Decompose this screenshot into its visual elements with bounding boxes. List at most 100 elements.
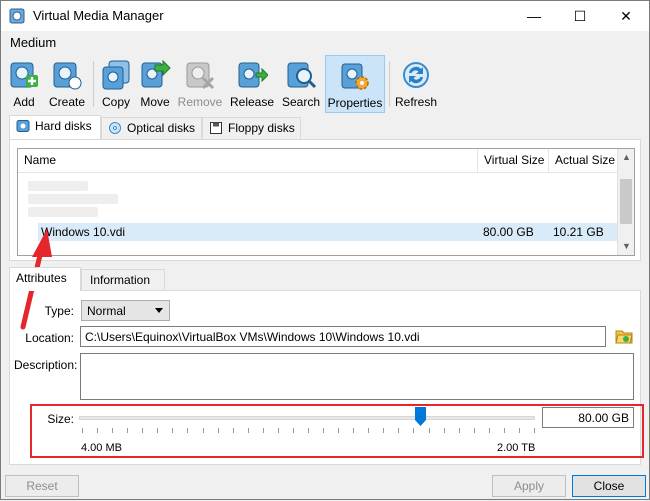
- reset-button[interactable]: Reset: [5, 475, 79, 497]
- refresh-icon: [403, 62, 429, 88]
- tab-floppy-disks-label: Floppy disks: [228, 121, 295, 135]
- table-vertical-scrollbar[interactable]: ▲ ▼: [617, 149, 634, 255]
- create-button[interactable]: Create: [45, 55, 89, 113]
- release-disk-icon: [238, 62, 268, 88]
- location-field[interactable]: C:\Users\Equinox\VirtualBox VMs\Windows …: [80, 326, 606, 347]
- slider-tick: [338, 428, 339, 433]
- slider-tick: [293, 428, 294, 433]
- hard-disk-icon: [16, 120, 30, 132]
- slider-tick: [157, 428, 158, 433]
- tab-optical-disks[interactable]: Optical disks: [101, 117, 202, 139]
- slider-tick: [534, 428, 535, 433]
- size-max-label: 2.00 TB: [497, 442, 536, 454]
- slider-tick: [112, 428, 113, 433]
- slider-tick: [263, 428, 264, 433]
- remove-button[interactable]: Remove: [177, 55, 223, 113]
- remove-label: Remove: [177, 95, 223, 109]
- slider-tick: [308, 428, 309, 433]
- column-virtual-size[interactable]: Virtual Size: [478, 149, 549, 173]
- toolbar-separator: [93, 61, 94, 107]
- size-value: 80.00 GB: [578, 411, 629, 425]
- slider-tick: [142, 428, 143, 433]
- type-label: Type:: [44, 304, 74, 318]
- maximize-button[interactable]: ☐: [557, 1, 603, 31]
- add-button[interactable]: Add: [5, 55, 43, 113]
- tab-hard-disks-label: Hard disks: [35, 119, 92, 133]
- description-field[interactable]: [80, 353, 634, 400]
- open-folder-icon[interactable]: [615, 327, 633, 345]
- slider-tick: [429, 428, 430, 433]
- floppy-disk-icon: [210, 122, 222, 134]
- slider-tick: [82, 428, 83, 433]
- column-name[interactable]: Name: [18, 149, 478, 173]
- location-value: C:\Users\Equinox\VirtualBox VMs\Windows …: [85, 330, 420, 344]
- scroll-up-icon[interactable]: ▲: [618, 149, 634, 166]
- slider-tick: [218, 428, 219, 433]
- slider-tick: [172, 428, 173, 433]
- chevron-down-icon: [155, 308, 163, 313]
- slider-tick: [127, 428, 128, 433]
- scrollbar-thumb[interactable]: [620, 179, 632, 224]
- slider-tick: [444, 428, 445, 433]
- slider-tick: [97, 428, 98, 433]
- slider-tick: [519, 428, 520, 433]
- size-slider[interactable]: [79, 416, 535, 420]
- table-header: ^ Name Virtual Size Actual Size: [18, 149, 618, 173]
- tab-floppy-disks[interactable]: Floppy disks: [202, 117, 301, 139]
- slider-tick: [413, 428, 414, 433]
- move-button[interactable]: Move: [137, 55, 173, 113]
- slider-tick: [323, 428, 324, 433]
- create-label: Create: [48, 95, 86, 109]
- media-table[interactable]: ^ Name Virtual Size Actual Size Windows …: [17, 148, 635, 256]
- properties-disk-icon: [341, 63, 369, 90]
- slider-tick: [489, 428, 490, 433]
- toolbar-separator: [389, 61, 390, 107]
- slider-tick: [233, 428, 234, 433]
- copy-button[interactable]: Copy: [97, 55, 135, 113]
- apply-button[interactable]: Apply: [492, 475, 566, 497]
- tab-information[interactable]: Information: [81, 269, 165, 291]
- move-disk-icon: [141, 59, 171, 88]
- slider-tick: [398, 428, 399, 433]
- tab-information-label: Information: [90, 273, 151, 287]
- type-select-value: Normal: [87, 304, 126, 318]
- row-virtual-size: 80.00 GB: [483, 225, 534, 239]
- toolbar: Add Create Copy Move Remove Release Sear…: [1, 55, 649, 115]
- size-field[interactable]: 80.00 GB: [542, 407, 634, 428]
- close-window-button[interactable]: ✕: [603, 1, 649, 31]
- properties-button[interactable]: Properties: [325, 55, 385, 113]
- size-label: Size:: [47, 412, 74, 426]
- copy-disk-icon: [102, 60, 130, 90]
- search-disk-icon: [287, 62, 317, 89]
- column-actual-size[interactable]: Actual Size: [549, 149, 618, 173]
- obscured-row: [28, 207, 98, 217]
- minimize-button[interactable]: —: [511, 1, 557, 31]
- release-button[interactable]: Release: [229, 55, 275, 113]
- menu-bar: Medium: [1, 31, 649, 53]
- location-label: Location:: [25, 331, 74, 345]
- release-label: Release: [229, 95, 275, 109]
- slider-tick: [474, 428, 475, 433]
- menu-medium[interactable]: Medium: [10, 35, 56, 50]
- size-slider-handle[interactable]: [415, 407, 426, 426]
- refresh-button[interactable]: Refresh: [393, 55, 439, 113]
- search-button[interactable]: Search: [279, 55, 323, 113]
- slider-tick: [459, 428, 460, 433]
- table-row-selected[interactable]: Windows 10.vdi 80.00 GB 10.21 GB: [38, 223, 618, 241]
- obscured-row: [28, 194, 118, 204]
- slider-tick: [203, 428, 204, 433]
- row-name: Windows 10.vdi: [41, 225, 126, 239]
- remove-disk-icon: [186, 62, 215, 90]
- tab-hard-disks[interactable]: Hard disks: [9, 115, 101, 139]
- add-label: Add: [13, 95, 35, 109]
- close-button[interactable]: Close: [572, 475, 646, 497]
- type-select[interactable]: Normal: [81, 300, 170, 321]
- slider-tick: [368, 428, 369, 433]
- tab-attributes[interactable]: Attributes: [9, 267, 81, 291]
- slider-tick: [383, 428, 384, 433]
- scroll-down-icon[interactable]: ▼: [618, 238, 634, 255]
- copy-label: Copy: [101, 95, 130, 109]
- refresh-label: Refresh: [394, 95, 438, 109]
- optical-disk-icon: [109, 122, 121, 134]
- tab-attributes-label: Attributes: [16, 271, 67, 285]
